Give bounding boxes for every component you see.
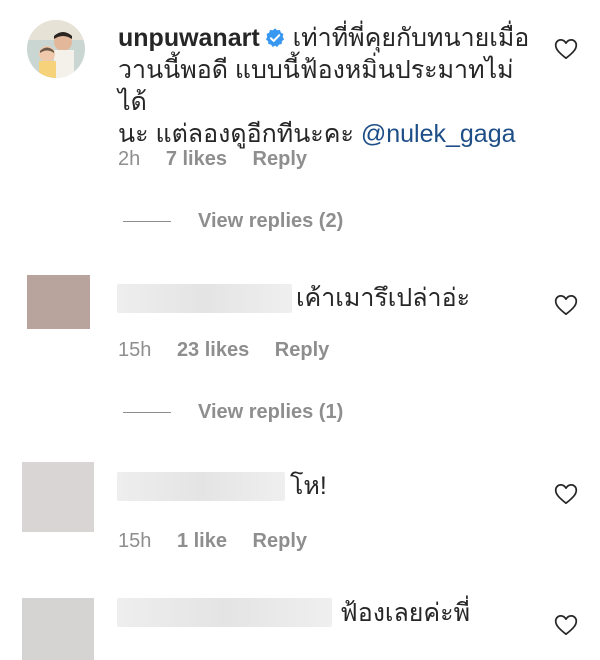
mention-link[interactable]: @nulek_gaga bbox=[361, 120, 516, 148]
avatar[interactable] bbox=[22, 598, 94, 660]
comment-text-line: นะ แต่ลองดูอีกทีนะคะ bbox=[118, 120, 361, 148]
timestamp: 2h bbox=[118, 148, 141, 170]
redacted-username bbox=[117, 472, 285, 501]
comment-text-line: เท่าที่พี่คุยกับทนายเมื่อ bbox=[292, 24, 530, 52]
timestamp: 15h bbox=[118, 339, 152, 361]
heart-outline-icon[interactable] bbox=[553, 292, 579, 318]
likes-count[interactable]: 23 likes bbox=[177, 339, 249, 361]
comment-text-line: วานนี้พอดี แบบนี้ฟ้องหมิ่นประมาทไม่ได้ bbox=[118, 56, 514, 116]
likes-count[interactable]: 1 like bbox=[177, 530, 227, 552]
comment-text: โห! bbox=[290, 472, 327, 500]
avatar[interactable] bbox=[27, 20, 85, 78]
view-replies-button[interactable]: View replies (1) bbox=[198, 401, 343, 424]
likes-count[interactable]: 7 likes bbox=[166, 148, 227, 170]
reply-button[interactable]: Reply bbox=[253, 148, 307, 170]
divider-line bbox=[123, 221, 171, 222]
redacted-username bbox=[117, 598, 332, 627]
comment-meta: 2h 7 likes Reply bbox=[118, 148, 307, 171]
redacted-username bbox=[117, 284, 292, 313]
avatar[interactable] bbox=[22, 462, 94, 532]
divider-line bbox=[123, 412, 171, 413]
heart-outline-icon[interactable] bbox=[553, 481, 579, 507]
comment-text: เค้าเมารึเปล่าอ่ะ bbox=[296, 284, 471, 312]
profile-photo bbox=[27, 20, 85, 78]
comment-meta: 15h 1 like Reply bbox=[118, 530, 307, 553]
comment-meta: 15h 23 likes Reply bbox=[118, 339, 329, 362]
comment-text: ฟ้องเลยค่ะพี่ bbox=[340, 599, 471, 627]
heart-outline-icon[interactable] bbox=[553, 612, 579, 638]
reply-button[interactable]: Reply bbox=[253, 530, 307, 552]
heart-outline-icon[interactable] bbox=[553, 36, 579, 62]
username[interactable]: unpuwanart bbox=[118, 24, 260, 52]
verified-badge-icon bbox=[265, 28, 284, 47]
avatar[interactable] bbox=[27, 275, 90, 329]
comment-text: unpuwanart เท่าที่พี่คุยกับทนายเมื่อ วาน… bbox=[118, 22, 538, 150]
view-replies-button[interactable]: View replies (2) bbox=[198, 210, 343, 233]
timestamp: 15h bbox=[118, 530, 152, 552]
reply-button[interactable]: Reply bbox=[275, 339, 329, 361]
